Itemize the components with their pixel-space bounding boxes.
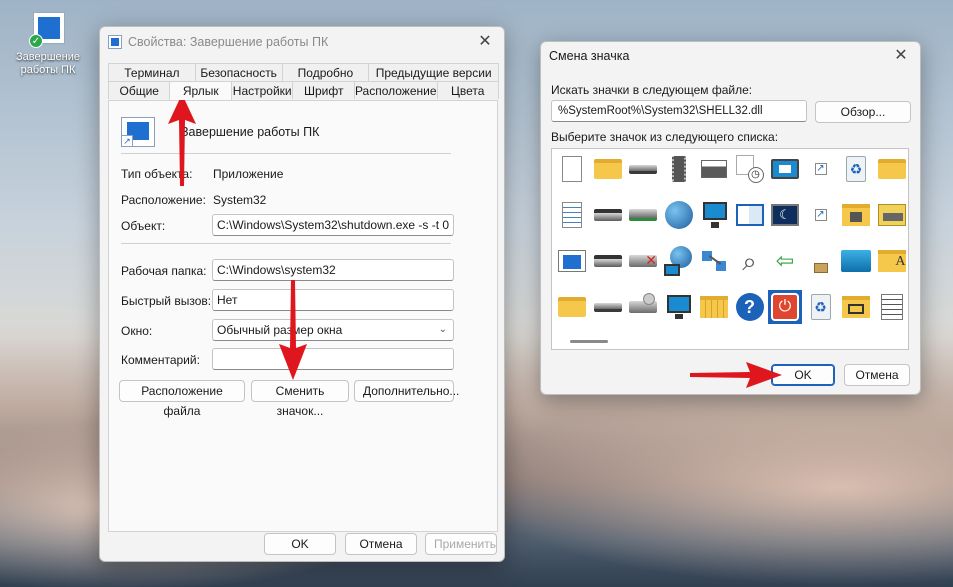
change-icon-title: Смена значка — [549, 49, 630, 63]
properties-titlebar[interactable]: Свойства: Завершение работы ПК ✕ — [100, 27, 504, 57]
icon-list[interactable]: ◷ ↗ ♻ ☾ ↗ ✕ ⌕ ⇦ A? ⏻ ♻ — [551, 148, 909, 350]
drive-error-icon[interactable]: ✕ — [626, 244, 660, 278]
tab-terminal[interactable]: Терминал — [108, 63, 196, 81]
tab-layout[interactable]: Расположение — [353, 81, 438, 99]
cd-drive-icon[interactable] — [626, 290, 660, 324]
sync-check-icon: ✓ — [29, 34, 43, 48]
horizontal-scrollbar[interactable] — [570, 340, 608, 343]
tab-general[interactable]: Общие — [108, 81, 171, 99]
arrow-up-annotation — [168, 94, 196, 186]
floppy-drive-icon[interactable] — [591, 198, 625, 232]
text-document-icon[interactable] — [555, 198, 589, 232]
arrow-down-annotation — [279, 280, 307, 380]
type-value: Приложение — [213, 167, 284, 181]
tab-details[interactable]: Подробно — [281, 63, 370, 81]
location-label: Расположение: — [121, 193, 206, 207]
empty-icon[interactable] — [804, 244, 838, 278]
globe-network-icon[interactable] — [662, 244, 696, 278]
network-monitor-icon[interactable] — [697, 198, 731, 232]
change-icon-cancel-button[interactable]: Отмена — [844, 364, 910, 386]
desktop-shortcut-label: Завершение работы ПК — [16, 51, 80, 76]
arrow-right-annotation — [690, 362, 782, 388]
folder-network-icon[interactable] — [839, 290, 873, 324]
globe-icon[interactable] — [662, 198, 696, 232]
folder-grid-icon[interactable] — [697, 290, 731, 324]
folder-icon[interactable] — [555, 290, 589, 324]
close-icon[interactable]: ✕ — [890, 45, 912, 67]
apply-button[interactable]: Применить — [425, 533, 497, 555]
window-app-icon — [108, 35, 122, 49]
open-location-button[interactable]: Расположение файла — [119, 380, 245, 418]
window-select[interactable]: Обычный размер окна ⌄ — [212, 319, 454, 341]
target-label: Объект: — [121, 219, 166, 233]
network-cable-icon[interactable] — [697, 244, 731, 278]
search-file-label: Искать значки в следующем файле: — [551, 83, 753, 97]
shortcut-name: Завершение работы ПК — [181, 125, 320, 139]
monitor-icon[interactable] — [662, 290, 696, 324]
workdir-field[interactable]: C:\Windows\system32 — [212, 259, 454, 281]
tab-previous-versions[interactable]: Предыдущие версии — [368, 63, 500, 81]
recycle-bin-icon[interactable]: ♻ — [839, 152, 873, 186]
properties-footer: OK Отмена Применить — [100, 531, 504, 555]
drive-icon[interactable] — [591, 290, 625, 324]
desktop-shortcut[interactable]: ✓ Завершение работы ПК — [10, 10, 86, 77]
tab-security[interactable]: Безопасность — [194, 63, 283, 81]
list-window-icon[interactable] — [875, 290, 909, 324]
memory-chip-icon[interactable] — [662, 152, 696, 186]
properties-title: Свойства: Завершение работы ПК — [128, 35, 329, 49]
shortcut-app-icon: ✓ — [29, 10, 67, 48]
search-icon[interactable]: ⌕ — [733, 244, 767, 278]
location-value: System32 — [213, 193, 267, 207]
folder-lock-icon[interactable] — [839, 198, 873, 232]
icon-file-path-field[interactable]: %SystemRoot%\System32\SHELL32.dll — [551, 100, 807, 122]
change-icon-button[interactable]: Сменить значок... — [251, 380, 349, 418]
change-icon-titlebar[interactable]: Смена значка ✕ — [541, 42, 920, 70]
recycle-bin-icon[interactable]: ♻ — [804, 290, 838, 324]
window-label: Окно: — [121, 324, 153, 338]
printer-icon[interactable] — [697, 152, 731, 186]
clock-icon[interactable]: ◷ — [733, 152, 767, 186]
moon-screen-icon[interactable]: ☾ — [768, 198, 802, 232]
tab-shortcut[interactable]: Ярлык — [169, 81, 232, 100]
power-icon[interactable]: ⏻ — [768, 290, 802, 324]
hotkey-label: Быстрый вызов: — [121, 294, 212, 308]
target-field[interactable]: C:\Windows\System32\shutdown.exe -s -t 0 — [212, 214, 454, 236]
drive-icon[interactable] — [626, 152, 660, 186]
font-folder-icon[interactable]: A — [875, 244, 909, 278]
help-icon[interactable]: ? — [733, 290, 767, 324]
folder-icon[interactable] — [591, 152, 625, 186]
shortcut-arrow-icon[interactable]: ↗ — [804, 198, 838, 232]
comment-label: Комментарий: — [121, 353, 200, 367]
tab-colors[interactable]: Цвета — [436, 81, 499, 99]
hotkey-field[interactable]: Нет — [212, 289, 454, 311]
monitor-window-icon[interactable] — [768, 152, 802, 186]
divider — [121, 243, 451, 244]
ok-button[interactable]: OK — [264, 533, 336, 555]
workdir-label: Рабочая папка: — [121, 264, 207, 278]
blue-tile-icon[interactable] — [839, 244, 873, 278]
comment-field[interactable] — [212, 348, 454, 370]
cancel-button[interactable]: Отмена — [345, 533, 417, 555]
close-icon[interactable]: ✕ — [474, 31, 496, 53]
icon-list-label: Выберите значок из следующего списка: — [551, 130, 779, 144]
floppy-drive-icon[interactable] — [591, 244, 625, 278]
window-app-icon[interactable] — [555, 244, 589, 278]
control-panel-icon[interactable] — [733, 198, 767, 232]
browse-button[interactable]: Обзор... — [815, 101, 911, 123]
shortcut-large-icon: ↗ — [121, 117, 155, 147]
tab-options[interactable]: Настройки — [230, 81, 294, 99]
shortcut-arrow-icon[interactable]: ↗ — [804, 152, 838, 186]
advanced-button[interactable]: Дополнительно... — [354, 380, 459, 402]
change-icon-dialog: Смена значка ✕ Искать значки в следующем… — [540, 41, 921, 395]
tab-font[interactable]: Шрифт — [292, 81, 355, 99]
network-drive-icon[interactable] — [626, 198, 660, 232]
folder-icon[interactable] — [875, 152, 909, 186]
document-icon[interactable] — [555, 152, 589, 186]
install-arrow-icon[interactable]: ⇦ — [768, 244, 802, 278]
folder-drive-icon[interactable] — [875, 198, 909, 232]
tab-row-1: Терминал Безопасность Подробно Предыдущи… — [108, 63, 500, 81]
chevron-down-icon: ⌄ — [438, 324, 447, 335]
shortcut-arrow-icon: ↗ — [121, 135, 133, 147]
